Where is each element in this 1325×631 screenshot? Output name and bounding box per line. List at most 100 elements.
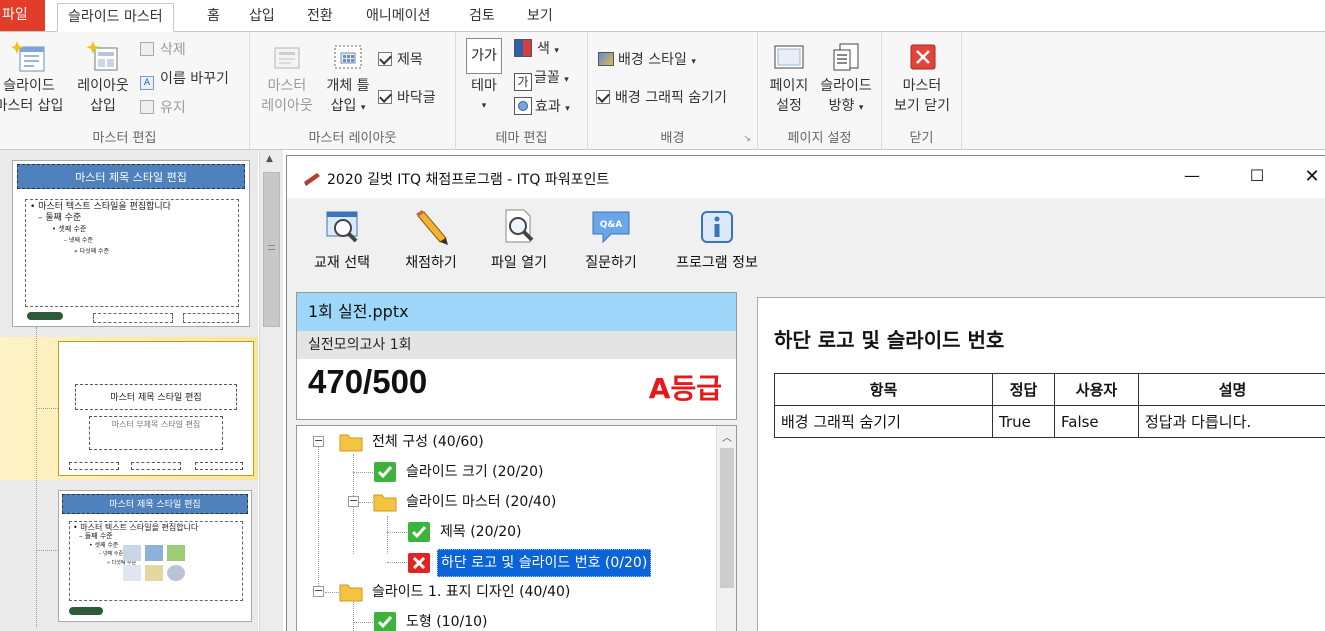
insert-layout-button[interactable]: 레이아웃 삽입 — [72, 40, 134, 116]
group-label-close: 닫기 — [909, 131, 934, 146]
layout-subtitle-placeholder: 마스터 부제목 스타일 편집 — [89, 416, 223, 450]
insert-slide-master-label-2: 마스터 삽입 — [0, 98, 64, 114]
ask-question-button[interactable]: Q&A 질문하기 — [579, 208, 643, 272]
select-textbook-button[interactable]: 교재 선택 — [309, 208, 375, 272]
group-theme-edit: 가가 테마 ▾ 색 ▾ 가 글꼴 ▾ 효과 ▾ 테마 편집 — [456, 32, 588, 150]
page-setup-button[interactable]: 페이지 설정 — [762, 40, 816, 116]
themes-button[interactable]: 가가 테마 ▾ — [464, 38, 504, 116]
insert-placeholder-label-1: 개체 틀 — [326, 78, 370, 94]
collapse-toggle-icon[interactable]: − — [313, 585, 324, 597]
slide-number-placeholder — [195, 462, 243, 470]
checkbox-checked-icon — [596, 90, 610, 104]
close-master-view-label-1: 마스터 — [902, 78, 942, 94]
slide-body-level-3: • 셋째 수준 — [52, 225, 87, 233]
grip-icon — [268, 245, 275, 250]
effects-button[interactable]: 효과 ▾ — [514, 97, 570, 117]
delete-button[interactable]: 삭제 — [140, 40, 186, 60]
folder-icon — [373, 494, 397, 512]
page-setup-label-2: 설정 — [776, 98, 802, 114]
slide-orientation-label-1: 슬라이드 — [820, 78, 872, 94]
tree-connector — [36, 327, 37, 627]
fonts-button[interactable]: 가 글꼴 ▾ — [514, 68, 569, 91]
select-textbook-label: 교재 선택 — [314, 255, 370, 271]
tab-transitions[interactable]: 전환 — [297, 3, 343, 32]
tree-connector — [387, 532, 407, 533]
preserve-button[interactable]: 유지 — [140, 98, 186, 118]
tab-review[interactable]: 검토 — [459, 3, 505, 32]
column-header-description: 설명 — [1138, 373, 1325, 406]
insert-slide-master-button[interactable]: 슬라이드 마스터 삽입 — [0, 40, 70, 116]
page-setup-label-1: 페이지 — [769, 78, 809, 94]
collapse-toggle-icon[interactable]: − — [313, 435, 324, 447]
fonts-icon: 가 — [514, 73, 532, 91]
grade-label: 채점하기 — [405, 255, 457, 271]
tab-file[interactable]: 파일 — [0, 0, 45, 31]
footer-checkbox-label: 바닥글 — [397, 90, 436, 106]
maximize-icon[interactable]: ☐ — [1237, 166, 1277, 185]
tree-node-fail-selected[interactable]: 하단 로고 및 슬라이드 번호 (0/20) — [407, 549, 652, 577]
minimize-icon[interactable]: — — [1172, 166, 1212, 185]
colors-icon — [514, 39, 532, 57]
grading-tree: − 전체 구성 (40/60) 슬라이드 크기 (20/20) − 슬라이드 마… — [296, 425, 737, 631]
dropdown-arrow-icon: ▾ — [360, 103, 366, 113]
tree-scrollbar[interactable]: ︿ — [716, 426, 736, 631]
tree-connector — [353, 622, 373, 623]
tab-animations[interactable]: 애니메이션 — [356, 3, 440, 32]
footer-checkbox[interactable]: 바닥글 — [378, 88, 436, 108]
tree-node-label: 슬라이드 1. 표지 디자인 (40/40) — [372, 584, 571, 600]
cell-answer: True — [992, 405, 1055, 438]
slide-panel-scrollbar[interactable]: ▲ — [259, 150, 283, 631]
group-background: 배경 스타일 ▾ 배경 그래픽 숨기기 배경 ↘ — [588, 32, 758, 150]
slide-title-text: 마스터 제목 스타일 편집 — [75, 171, 187, 184]
slide-orientation-button[interactable]: 슬라이드 방향 ▾ — [814, 40, 878, 118]
chevron-up-icon[interactable]: ︿ — [722, 429, 732, 444]
scrollbar-thumb[interactable] — [720, 448, 734, 588]
check-icon — [374, 462, 396, 482]
scroll-up-arrow-icon[interactable]: ▲ — [266, 154, 273, 164]
rename-button[interactable]: A 이름 바꾸기 — [140, 69, 229, 90]
pencil-icon — [416, 210, 448, 245]
slide-number-placeholder — [183, 313, 239, 323]
tree-node-folder[interactable]: 슬라이드 마스터 (20/40) — [373, 489, 559, 515]
title-checkbox[interactable]: 제목 — [378, 50, 423, 70]
tree-connector — [318, 446, 319, 596]
cell-user: False — [1054, 405, 1139, 438]
slide-master-thumbnail[interactable]: 마스터 제목 스타일 편집 • 마스터 텍스트 스타일을 편집합니다 – 둘째 … — [12, 160, 250, 327]
book-search-icon — [326, 211, 358, 243]
tree-node-label: 도형 (10/10) — [406, 614, 488, 630]
close-window-icon[interactable]: ✕ — [1292, 166, 1325, 187]
tree-node-pass[interactable]: 제목 (20/20) — [407, 519, 524, 545]
tab-insert[interactable]: 삽입 — [239, 3, 285, 32]
slide-body-level-1: • 마스터 텍스트 스타일을 편집합니다 — [73, 523, 199, 532]
open-file-button[interactable]: 파일 열기 — [487, 208, 551, 272]
title-layout-thumbnail[interactable]: 마스터 제목 스타일 편집 마스터 부제목 스타일 편집 — [58, 341, 254, 476]
content-layout-thumbnail[interactable]: 마스터 제목 스타일 편집 • 마스터 텍스트 스타일을 편집합니다 – 둘째 … — [58, 490, 252, 622]
program-info-button[interactable]: 프로그램 정보 — [667, 208, 767, 272]
tree-node-folder[interactable]: 슬라이드 1. 표지 디자인 (40/40) — [339, 579, 573, 605]
tree-node-pass[interactable]: 슬라이드 크기 (20/20) — [373, 459, 546, 485]
colors-button[interactable]: 색 ▾ — [514, 39, 559, 59]
tab-home[interactable]: 홈 — [197, 3, 230, 32]
dialog-launcher-icon[interactable]: ↘ — [743, 134, 751, 144]
grade-button[interactable]: 채점하기 — [399, 208, 463, 272]
exam-name: 실전모의고사 1회 — [297, 331, 736, 359]
insert-placeholder-label-2: 삽입 — [330, 98, 357, 114]
tree-node-folder[interactable]: 전체 구성 (40/60) — [339, 429, 487, 455]
insert-placeholder-label-2-row: 삽입 ▾ — [318, 96, 378, 118]
hide-background-graphics-checkbox[interactable]: 배경 그래픽 숨기기 — [596, 88, 727, 108]
checkbox-checked-icon — [378, 52, 392, 66]
tree-node-pass[interactable]: 도형 (10/10) — [373, 609, 490, 631]
folder-icon — [339, 434, 363, 452]
score-value: 470/500 — [308, 363, 428, 400]
dialog-titlebar: 2020 길벗 ITQ 채점프로그램 - ITQ 파워포인트 — ☐ ✕ — [287, 156, 1325, 198]
collapse-toggle-icon[interactable]: − — [348, 495, 359, 507]
background-styles-button[interactable]: 배경 스타일 ▾ — [598, 50, 696, 70]
tree-connector — [353, 472, 373, 473]
tab-view[interactable]: 보기 — [517, 3, 563, 32]
tab-slide-master[interactable]: 슬라이드 마스터 — [57, 3, 174, 32]
insert-placeholder-button[interactable]: 개체 틀 삽입 ▾ — [318, 40, 378, 118]
close-master-view-button[interactable]: 마스터 보기 닫기 — [886, 40, 958, 116]
master-layout-button[interactable]: 마스터 레이아웃 — [256, 40, 318, 116]
insert-placeholder-icon — [334, 45, 362, 69]
scrollbar-thumb[interactable] — [263, 172, 280, 327]
